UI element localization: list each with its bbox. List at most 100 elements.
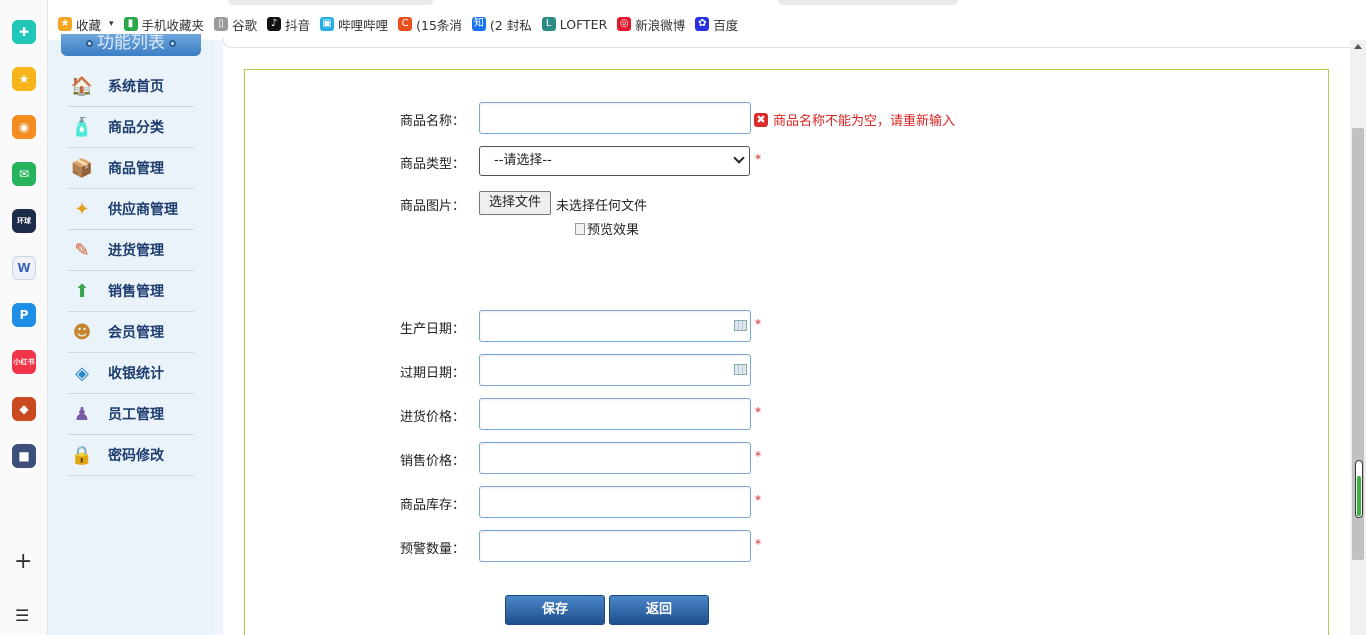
star-icon: ★ (58, 17, 72, 31)
sidebar-item[interactable]: 🧴 商品分类 (68, 107, 194, 148)
save-button[interactable]: 保存 (505, 595, 605, 625)
bookmark-label: (2 封私 (489, 17, 532, 33)
caret-down-icon[interactable]: ▾ (109, 19, 114, 29)
image-preview: 预览效果 (575, 219, 639, 238)
sidebar-item-label: 进货管理 (108, 243, 164, 259)
vertical-scrollbar[interactable] (1350, 40, 1366, 635)
product-name-input[interactable] (479, 102, 751, 134)
bookmark-item[interactable]: L LOFTER (541, 17, 607, 32)
word-doc-icon[interactable]: W (12, 256, 36, 280)
app-plus-icon[interactable]: ✚ (12, 20, 36, 44)
sidebar-item[interactable]: ⬆ 销售管理 (68, 271, 194, 312)
bookmark-label: 谷歌 (232, 17, 258, 33)
bilibili-icon: ▣ (320, 17, 335, 31)
purchase-price-label: 进货价格： (400, 410, 466, 425)
cashier-icon: ◈ (75, 362, 89, 384)
chevron-down-icon (733, 152, 745, 164)
pp-app-icon[interactable]: P (12, 303, 36, 327)
sidebar-item[interactable]: 🏠 系统首页 (68, 66, 194, 107)
mail-icon[interactable]: ✉ (12, 162, 36, 186)
bookmark-item[interactable]: ▣ 哔哩哔哩 (320, 15, 388, 34)
page-icon: ▯ (214, 17, 229, 31)
file-status: 未选择任何文件 (556, 199, 648, 214)
bookmark-label: (15条消 (416, 17, 462, 33)
scroll-up-arrow-icon[interactable] (1354, 44, 1362, 49)
purchase-price-input[interactable] (479, 398, 751, 430)
lofter-icon: L (541, 17, 556, 31)
sidebar-menu: 🏠 系统首页 🧴 商品分类 📦 商品管理 ✦ 供应商管理 ✎ 进货管理 ⬆ 销售管理 ☻ 会员管理 ◈ 收银统… (68, 66, 194, 476)
sale-price-input[interactable] (479, 442, 751, 474)
sidebar-title-text: 功能列表 (97, 34, 165, 53)
bookmark-item[interactable]: ▮ 手机收藏夹 (123, 15, 204, 34)
bookmark-item[interactable]: ★ 收藏 ▾ (58, 15, 114, 34)
weibo-app-icon[interactable]: ◉ (12, 115, 36, 139)
sidebar-item[interactable]: ♟ 员工管理 (68, 394, 194, 435)
bookmark-item[interactable]: ♪ 抖音 (267, 15, 310, 34)
bookmark-label: 抖音 (285, 17, 311, 33)
required-mark: * (755, 152, 761, 166)
sidebar-item-label: 系统首页 (108, 79, 164, 95)
download-progress-indicator (1355, 460, 1363, 518)
required-mark: * (755, 405, 761, 419)
list-icon[interactable]: ☰ (15, 606, 29, 625)
weibo-icon: ◎ (617, 17, 632, 31)
game-app-icon[interactable]: ◆ (12, 397, 36, 421)
sidebar-item-label: 密码修改 (108, 448, 164, 464)
calendar-icon[interactable] (734, 364, 747, 375)
sidebar-item[interactable]: ✎ 进货管理 (68, 230, 194, 271)
production-date-input[interactable] (479, 310, 751, 342)
sidebar-item[interactable]: ◈ 收银统计 (68, 353, 194, 394)
warning-qty-input[interactable] (479, 530, 751, 562)
bookmark-item[interactable]: 知 (2 封私 (471, 15, 532, 34)
zhihu-icon: 知 (471, 17, 486, 31)
douyin-icon: ♪ (267, 17, 282, 31)
sidebar-item[interactable]: 📦 商品管理 (68, 148, 194, 189)
sidebar-item[interactable]: ✦ 供应商管理 (68, 189, 194, 230)
product-name-error: ✖ 商品名称不能为空，请重新输入 (754, 110, 955, 129)
sidebar-title: 功能列表 (61, 34, 201, 56)
warning-qty-label: 预警数量： (400, 542, 466, 557)
sidebar-item-label: 员工管理 (108, 407, 164, 423)
product-type-label: 商品类型： (400, 157, 466, 172)
xiaohongshu-icon[interactable]: 小红书 (12, 350, 36, 374)
required-mark: * (755, 449, 761, 463)
goods-icon: 📦 (70, 157, 94, 179)
header-strip (223, 38, 1350, 48)
stock-input[interactable] (479, 486, 751, 518)
sidebar-item-label: 商品分类 (108, 120, 164, 136)
expiry-date-input[interactable] (479, 354, 751, 386)
news-app-icon[interactable]: 环球 (12, 209, 36, 233)
supplier-icon: ✦ (74, 198, 90, 220)
product-type-selected: --请选择-- (494, 153, 552, 168)
calendar-icon[interactable] (734, 320, 747, 331)
app-dock: ✚ ★ ◉ ✉ 环球 W P 小红书 ◆ ■ + ☰ (0, 0, 48, 635)
game2-app-icon[interactable]: ■ (12, 444, 36, 468)
csdn-icon: C (398, 17, 413, 31)
bookmark-item[interactable]: ◎ 新浪微博 (617, 15, 685, 34)
category-icon: 🧴 (70, 116, 94, 138)
broken-image-icon (575, 222, 585, 235)
back-button[interactable]: 返回 (609, 595, 709, 625)
bookmark-item[interactable]: ▯ 谷歌 (214, 15, 257, 34)
phone-icon: ▮ (123, 17, 138, 31)
choose-file-button[interactable]: 选择文件 (479, 191, 551, 215)
bookmark-item[interactable]: C (15条消 (398, 15, 462, 34)
stock-label: 商品库存： (400, 498, 466, 513)
sale-price-label: 销售价格： (400, 454, 466, 469)
bookmark-item[interactable]: ✿ 百度 (695, 15, 738, 34)
required-mark: * (755, 317, 761, 331)
error-x-icon: ✖ (754, 112, 768, 127)
purchase-icon: ✎ (74, 239, 90, 261)
favorites-star-icon[interactable]: ★ (12, 67, 36, 91)
product-image-label: 商品图片： (400, 199, 466, 214)
bookmark-label: 收藏 (76, 17, 102, 33)
add-icon[interactable]: + (14, 551, 32, 573)
sidebar-item[interactable]: ☻ 会员管理 (68, 312, 194, 353)
sidebar-divider (213, 40, 223, 635)
staff-icon: ♟ (73, 403, 91, 425)
password-icon: 🔒 (70, 444, 94, 466)
product-type-select[interactable]: --请选择-- (479, 146, 750, 176)
sidebar-item[interactable]: 🔒 密码修改 (68, 435, 194, 476)
members-icon: ☻ (72, 321, 92, 343)
required-mark: * (755, 537, 761, 551)
